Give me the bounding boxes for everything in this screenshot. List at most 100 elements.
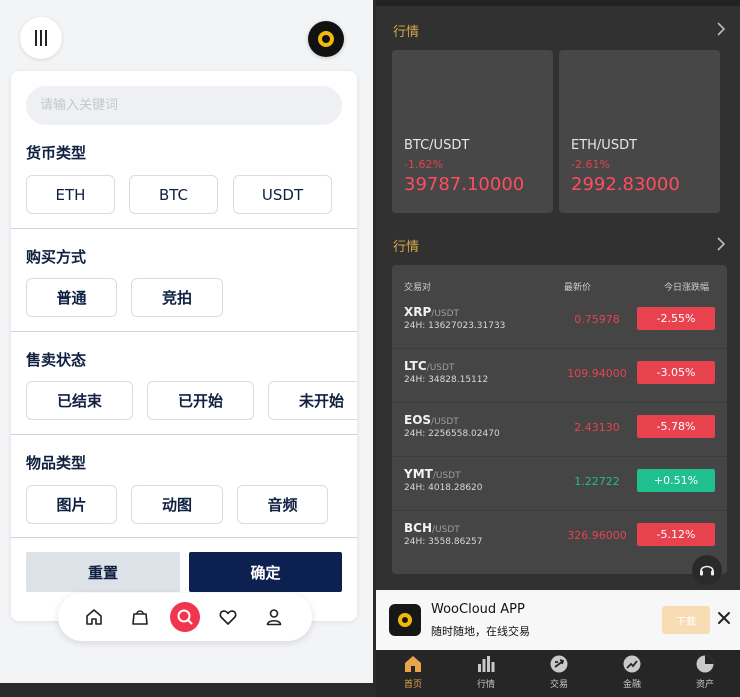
chevron-right-icon[interactable] xyxy=(716,237,726,251)
card-price: 2992.83000 xyxy=(571,174,680,195)
section-title-item-type: 物品类型 xyxy=(26,454,87,472)
logo-avatar-button[interactable] xyxy=(308,21,344,57)
search-icon[interactable] xyxy=(170,602,200,632)
nav-assets[interactable]: 资产 xyxy=(675,654,735,694)
nav-home[interactable]: 首页 xyxy=(383,654,443,694)
card-pair: ETH/USDT xyxy=(571,138,638,153)
row-volume: 24H: 13627023.31733 xyxy=(404,321,506,331)
market-section-title: 行情 xyxy=(393,240,420,255)
trade-icon xyxy=(550,655,568,673)
chip-started[interactable]: 已开始 xyxy=(147,381,254,420)
row-price: 2.43130 xyxy=(574,421,620,434)
chip-gif[interactable]: 动图 xyxy=(131,485,223,524)
table-row[interactable]: YMT/USDT 24H: 4018.28620 1.22722 +0.51% xyxy=(392,457,727,511)
divider xyxy=(11,228,357,229)
row-quote: /USDT xyxy=(431,309,460,319)
card-pair: BTC/USDT xyxy=(404,138,470,153)
nav-market[interactable]: 行情 xyxy=(456,654,516,694)
header-pair: 交易对 xyxy=(404,283,432,293)
section-title-purchase: 购买方式 xyxy=(26,248,87,266)
divider xyxy=(11,434,357,435)
row-change-badge: -5.78% xyxy=(637,415,715,438)
market-card-eth[interactable]: ETH/USDT -2.61% 2992.83000 xyxy=(559,50,720,213)
nav-label: 首页 xyxy=(403,680,422,690)
nav-trade[interactable]: 交易 xyxy=(529,654,589,694)
chip-auction[interactable]: 竞拍 xyxy=(131,278,223,317)
chip-audio[interactable]: 音频 xyxy=(237,485,328,524)
row-change-badge: +0.51% xyxy=(637,469,715,492)
assets-icon xyxy=(696,655,714,673)
row-symbol: LTC/USDT xyxy=(404,359,455,373)
menu-button[interactable] xyxy=(20,17,62,59)
card-price: 39787.10000 xyxy=(404,174,525,195)
card-change: -2.61% xyxy=(571,158,610,171)
row-quote: /USDT xyxy=(431,417,459,427)
row-change-badge: -5.12% xyxy=(637,523,715,546)
close-icon[interactable] xyxy=(716,610,732,626)
app-download-banner: WooCloud APP 随时随地，在线交易 下载 xyxy=(376,590,740,650)
heart-icon[interactable] xyxy=(216,605,240,629)
nav-finance[interactable]: 金融 xyxy=(602,654,662,694)
row-price: 326.96000 xyxy=(567,529,627,542)
chip-normal[interactable]: 普通 xyxy=(26,278,117,317)
chip-usdt[interactable]: USDT xyxy=(233,175,332,214)
download-button[interactable]: 下载 xyxy=(662,606,710,634)
table-row[interactable]: EOS/USDT 24H: 2256558.02470 2.43130 -5.7… xyxy=(392,403,727,457)
home-icon xyxy=(405,656,421,672)
bag-icon[interactable] xyxy=(128,605,152,629)
row-quote: /USDT xyxy=(432,471,461,481)
row-price: 1.22722 xyxy=(574,475,620,488)
bottom-nav: 首页 行情 交易 金融 资产 xyxy=(376,650,740,697)
chip-image[interactable]: 图片 xyxy=(26,485,117,524)
row-quote: /USDT xyxy=(426,363,455,373)
reset-button[interactable]: 重置 xyxy=(26,552,180,592)
nav-label: 交易 xyxy=(549,680,568,690)
divider xyxy=(11,537,357,538)
table-row[interactable]: XRP/USDT 24H: 13627023.31733 0.75978 -2.… xyxy=(392,295,727,349)
logo-icon xyxy=(318,31,334,47)
row-volume: 24H: 34828.15112 xyxy=(404,375,489,385)
market-screen: 行情 BTC/USDT -1.62% 39787.10000 ETH/USDT … xyxy=(376,0,740,697)
section-title-currency: 货币类型 xyxy=(26,144,87,162)
row-symbol: XRP/USDT xyxy=(404,305,460,319)
row-symbol: EOS/USDT xyxy=(404,413,459,427)
search-input[interactable] xyxy=(26,86,342,125)
filter-panel: 货币类型 ETH BTC USDT 购买方式 普通 竞拍 售卖状态 已结束 已开… xyxy=(11,71,357,621)
card-change: -1.62% xyxy=(404,158,443,171)
market-section-title: 行情 xyxy=(393,25,420,40)
chip-eth[interactable]: ETH xyxy=(26,175,115,214)
divider xyxy=(11,331,357,332)
screen-edge xyxy=(0,683,373,697)
chip-ended[interactable]: 已结束 xyxy=(26,381,133,420)
confirm-button[interactable]: 确定 xyxy=(189,552,342,592)
finance-icon xyxy=(623,655,641,673)
section-title-sale-status: 售卖状态 xyxy=(26,351,87,369)
market-table: 交易对 最新价 今日涨跌幅 XRP/USDT 24H: 13627023.317… xyxy=(392,265,727,574)
screen-edge xyxy=(376,0,740,6)
table-row[interactable]: BCH/USDT 24H: 3558.86257 326.96000 -5.12… xyxy=(392,511,727,565)
banner-subtitle: 随时随地，在线交易 xyxy=(431,625,530,638)
row-symbol: BCH/USDT xyxy=(404,521,460,535)
table-row[interactable]: LTC/USDT 24H: 34828.15112 109.94000 -3.0… xyxy=(392,349,727,403)
app-logo-icon xyxy=(389,604,421,636)
header-change: 今日涨跌幅 xyxy=(664,283,710,293)
row-price: 109.94000 xyxy=(567,367,627,380)
market-card-btc[interactable]: BTC/USDT -1.62% 39787.10000 xyxy=(392,50,553,213)
chevron-right-icon[interactable] xyxy=(716,22,726,36)
filter-screen: 货币类型 ETH BTC USDT 购买方式 普通 竞拍 售卖状态 已结束 已开… xyxy=(0,0,373,683)
header-price: 最新价 xyxy=(564,283,592,293)
row-volume: 24H: 3558.86257 xyxy=(404,537,483,547)
row-volume: 24H: 4018.28620 xyxy=(404,483,483,493)
nav-label: 金融 xyxy=(622,680,641,690)
floating-tab-bar xyxy=(58,593,312,641)
row-symbol: YMT/USDT xyxy=(404,467,461,481)
customer-support-button[interactable] xyxy=(692,555,722,585)
row-change-badge: -3.05% xyxy=(637,361,715,384)
banner-title: WooCloud APP xyxy=(431,602,525,617)
chart-icon xyxy=(478,656,495,672)
user-icon[interactable] xyxy=(262,605,286,629)
chip-not-started[interactable]: 未开始 xyxy=(268,381,357,420)
headset-icon xyxy=(700,565,714,576)
home-icon[interactable] xyxy=(82,605,106,629)
chip-btc[interactable]: BTC xyxy=(129,175,218,214)
